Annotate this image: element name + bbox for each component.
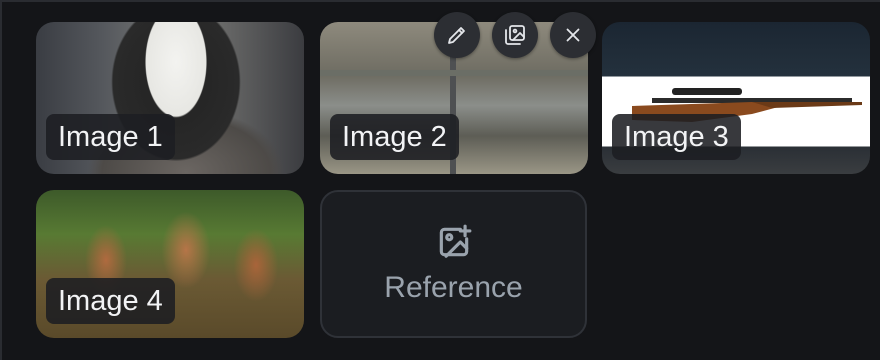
close-icon	[566, 28, 580, 42]
add-image-icon	[439, 224, 471, 258]
image-tile-3[interactable]: Image 3	[602, 22, 870, 174]
reference-images-panel: Image 1 Image 2 Image 3 Image 4 Referenc…	[0, 0, 880, 360]
remove-button[interactable]	[550, 12, 596, 58]
reference-label: Reference	[384, 271, 523, 304]
gallery-icon	[505, 25, 525, 45]
image-toolbar	[434, 12, 596, 58]
gallery-button[interactable]	[492, 12, 538, 58]
pencil-icon	[448, 27, 465, 44]
edit-button[interactable]	[434, 12, 480, 58]
image-label-1: Image 1	[46, 114, 175, 160]
image-tile-1[interactable]: Image 1	[36, 22, 304, 174]
image-label-4: Image 4	[46, 278, 175, 324]
image-tile-4[interactable]: Image 4	[36, 190, 304, 338]
image-label-3: Image 3	[612, 114, 741, 160]
image-label-2: Image 2	[330, 114, 459, 160]
add-reference-button[interactable]: Reference	[320, 190, 587, 338]
